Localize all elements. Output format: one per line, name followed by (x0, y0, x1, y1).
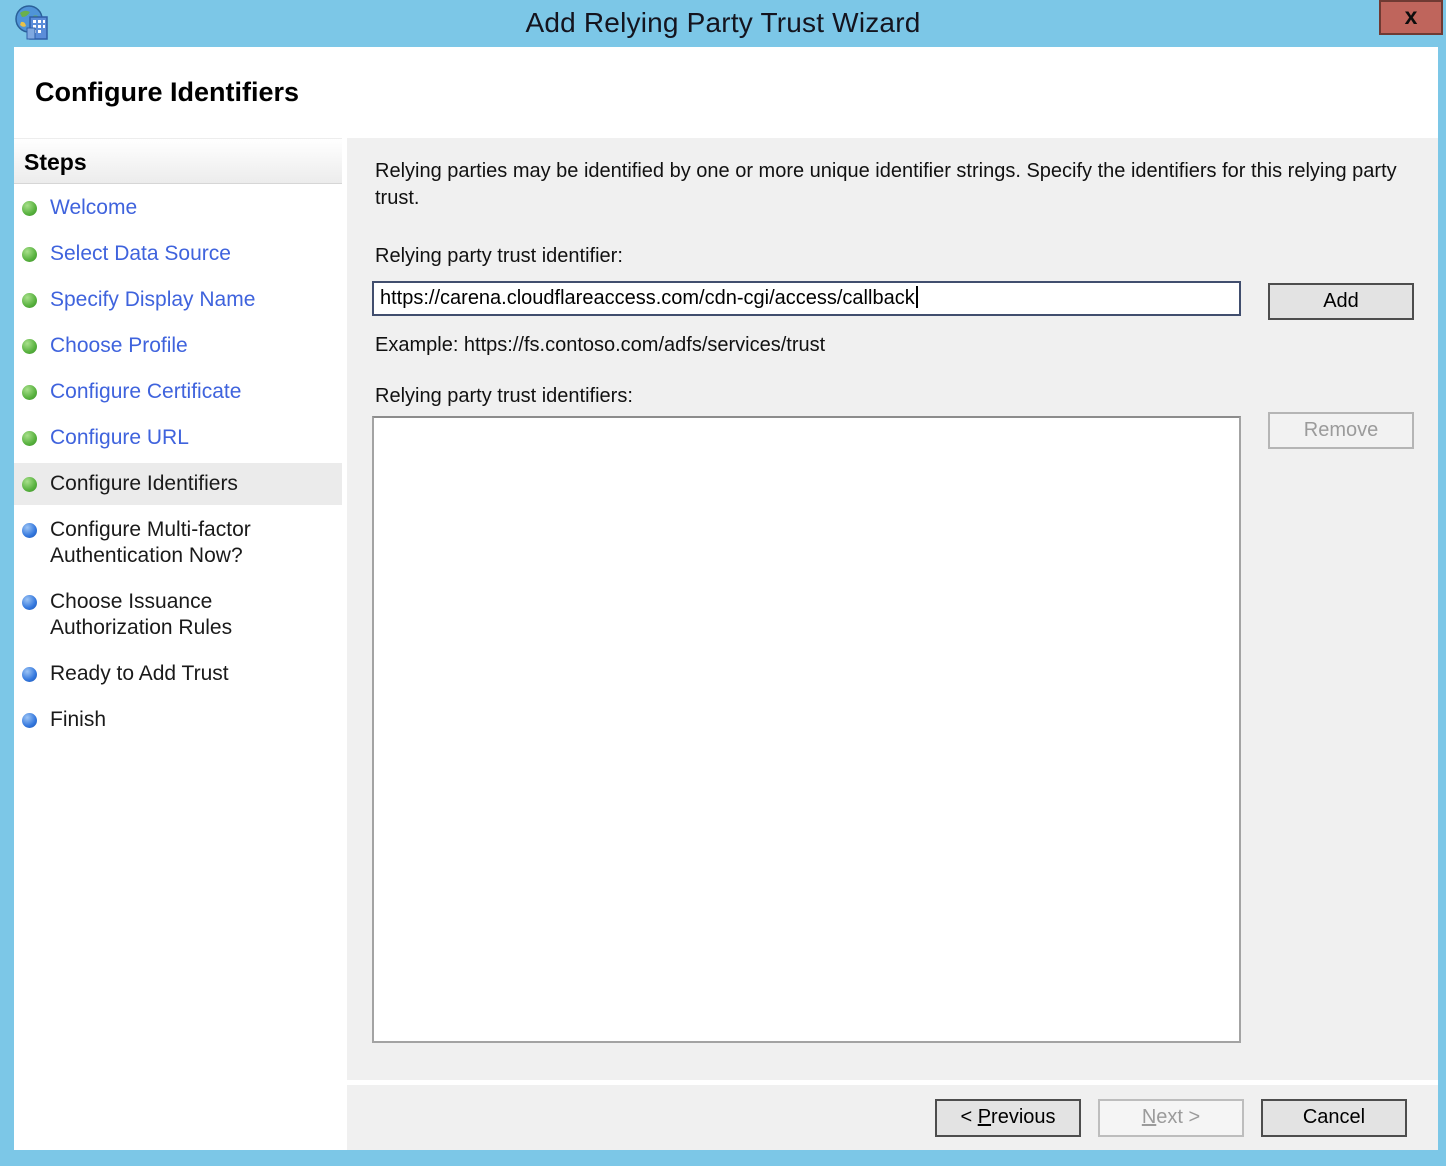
step-completed-bullet-icon (22, 431, 37, 446)
identifier-input[interactable]: https://carena.cloudflareaccess.com/cdn-… (372, 281, 1241, 316)
step-select-data-source[interactable]: Select Data Source (14, 241, 314, 267)
text-caret (916, 286, 918, 308)
example-text: Example: https://fs.contoso.com/adfs/ser… (375, 334, 825, 357)
page-header: Configure Identifiers (14, 47, 1438, 134)
step-choose-profile[interactable]: Choose Profile (14, 333, 314, 359)
steps-sidebar: Steps Welcome Select Data Source Specify… (14, 134, 342, 1150)
step-configure-url[interactable]: Configure URL (14, 425, 314, 451)
page-title: Configure Identifiers (35, 77, 299, 108)
step-completed-bullet-icon (22, 247, 37, 262)
cancel-button[interactable]: Cancel (1261, 1099, 1407, 1137)
previous-button[interactable]: < Previous (935, 1099, 1081, 1137)
step-upcoming-bullet-icon (22, 523, 37, 538)
step-completed-bullet-icon (22, 339, 37, 354)
titlebar[interactable]: Add Relying Party Trust Wizard x (0, 0, 1446, 47)
intro-text: Relying parties may be identified by one… (375, 158, 1400, 212)
next-button[interactable]: Next > (1098, 1099, 1244, 1137)
step-completed-bullet-icon (22, 293, 37, 308)
identifiers-listbox[interactable] (372, 416, 1241, 1043)
main-panel: Relying parties may be identified by one… (347, 138, 1438, 1080)
identifier-input-value: https://carena.cloudflareaccess.com/cdn-… (380, 287, 915, 309)
step-configure-identifiers-current: Configure Identifiers (14, 463, 342, 505)
step-welcome[interactable]: Welcome (14, 195, 314, 221)
window-title: Add Relying Party Trust Wizard (0, 7, 1446, 39)
close-button[interactable]: x (1379, 0, 1443, 35)
step-configure-mfa: Configure Multi-factor Authentication No… (14, 517, 314, 569)
step-completed-bullet-icon (22, 201, 37, 216)
step-current-bullet-icon (22, 477, 37, 492)
step-finish: Finish (14, 707, 314, 733)
steps-list: Welcome Select Data Source Specify Displ… (14, 195, 342, 733)
step-choose-issuance-rules: Choose Issuance Authorization Rules (14, 589, 314, 641)
step-upcoming-bullet-icon (22, 713, 37, 728)
step-ready-to-add-trust: Ready to Add Trust (14, 661, 314, 687)
step-upcoming-bullet-icon (22, 595, 37, 610)
steps-heading: Steps (14, 138, 342, 184)
remove-button[interactable]: Remove (1268, 412, 1414, 449)
step-specify-display-name[interactable]: Specify Display Name (14, 287, 314, 313)
wizard-window: Add Relying Party Trust Wizard x Configu… (0, 0, 1446, 1166)
identifier-field-label: Relying party trust identifier: (375, 245, 623, 268)
footer-bar: < Previous Next > Cancel (347, 1081, 1438, 1150)
step-upcoming-bullet-icon (22, 667, 37, 682)
step-configure-certificate[interactable]: Configure Certificate (14, 379, 314, 405)
identifiers-list-label: Relying party trust identifiers: (375, 385, 633, 408)
client-area: Configure Identifiers Steps Welcome Sele… (14, 47, 1438, 1150)
step-completed-bullet-icon (22, 385, 37, 400)
add-button[interactable]: Add (1268, 283, 1414, 320)
